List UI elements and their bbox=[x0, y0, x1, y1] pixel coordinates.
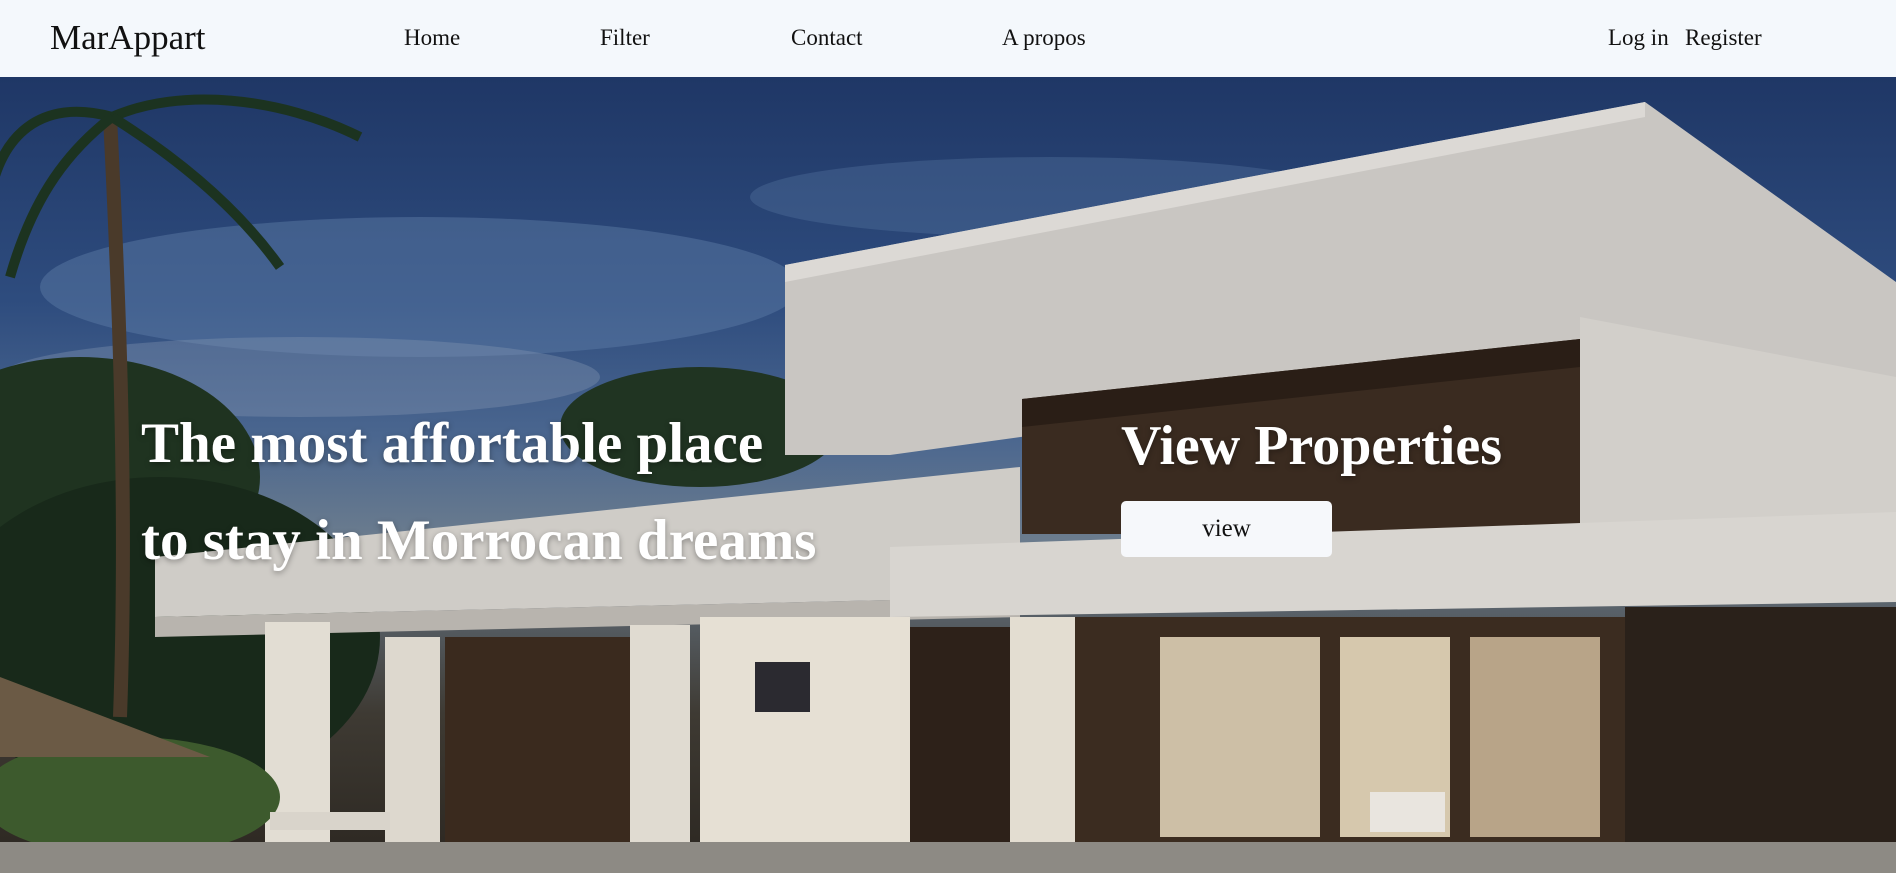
view-properties-heading: View Properties bbox=[1121, 415, 1502, 477]
navbar: MarAppart Home Filter Contact A propos L… bbox=[0, 0, 1896, 77]
nav-link-apropos[interactable]: A propos bbox=[1002, 24, 1086, 52]
view-button[interactable]: view bbox=[1121, 501, 1332, 557]
register-link[interactable]: Register bbox=[1685, 24, 1762, 52]
nav-link-home[interactable]: Home bbox=[404, 24, 460, 52]
nav-link-filter[interactable]: Filter bbox=[600, 24, 650, 52]
hero-section: The most affortable place to stay in Mor… bbox=[0, 77, 1896, 873]
hero-headline: The most affortable place to stay in Mor… bbox=[141, 412, 817, 572]
login-link[interactable]: Log in bbox=[1608, 24, 1669, 52]
brand-logo[interactable]: MarAppart bbox=[50, 18, 206, 58]
nav-link-contact[interactable]: Contact bbox=[791, 24, 863, 52]
